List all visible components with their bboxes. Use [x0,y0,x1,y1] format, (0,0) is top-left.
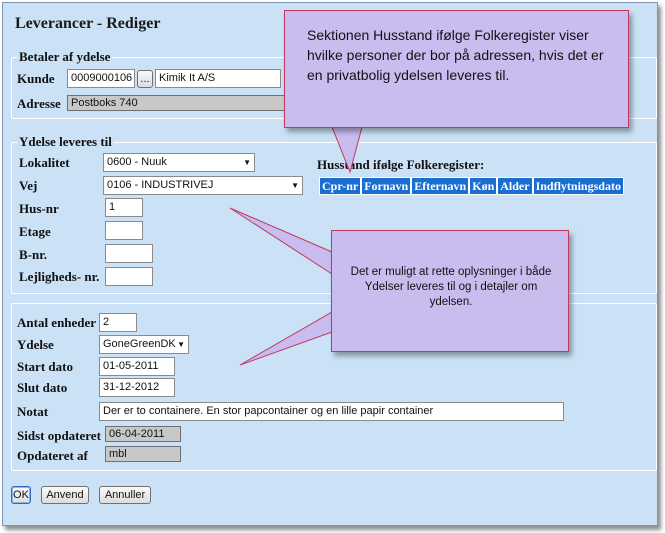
callout-middle-tail-up [229,207,333,275]
callout-top-text: Sektionen Husstand ifølge Folkeregister … [307,27,604,83]
callout-top: Sektionen Husstand ifølge Folkeregister … [284,10,629,128]
callout-top-tail [331,126,363,174]
callout-middle-text: Det er muligt at rette oplysninger i båd… [350,266,552,308]
callout-middle-tail-down [239,311,333,366]
callout-middle: Det er muligt at rette oplysninger i båd… [331,230,569,352]
